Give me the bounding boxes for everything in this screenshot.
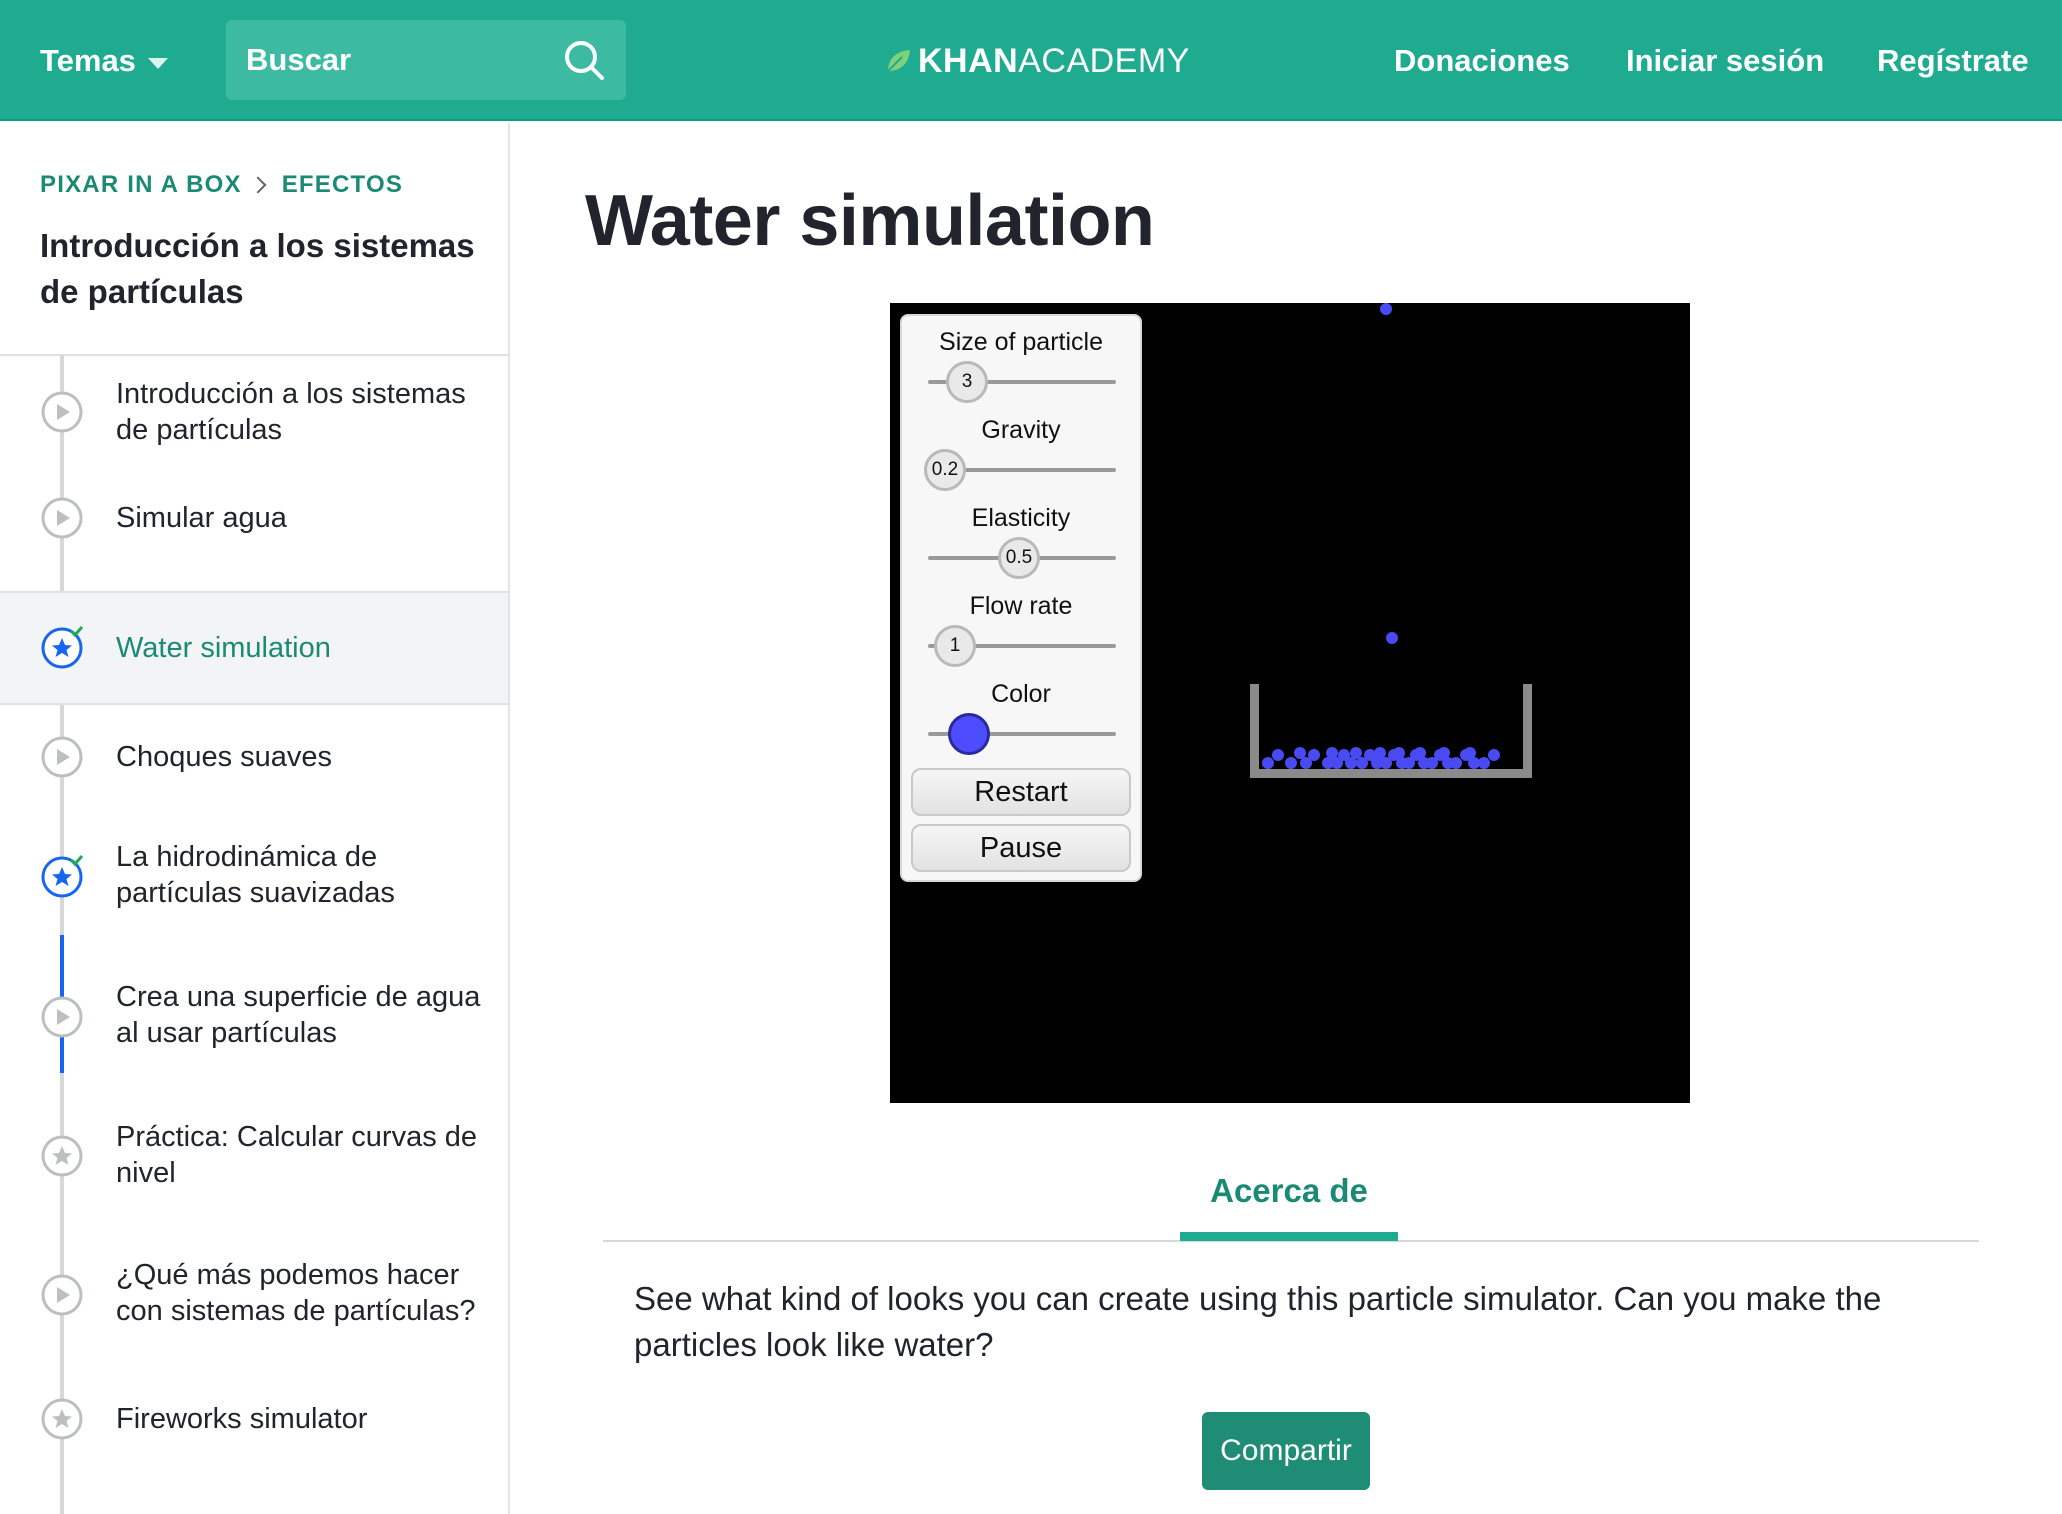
sidebar-item-label: Simular agua (116, 502, 287, 534)
play-icon (41, 996, 83, 1038)
leaf-icon (887, 50, 910, 72)
pool-particle (1414, 747, 1426, 759)
pool-particle (1308, 749, 1320, 761)
topics-label: Temas (40, 43, 136, 78)
sidebar-item-label: Fireworks simulator (116, 1403, 368, 1435)
pool-particle (1374, 747, 1386, 759)
pool-particle (1272, 749, 1284, 761)
sidebar-item-soft-collisions[interactable]: Choques suaves (0, 705, 508, 809)
pool-particle (1350, 747, 1362, 759)
sidebar-item-label: ¿Qué más podemos hacer con sistemas de p… (116, 1259, 476, 1327)
khan-academy-logo[interactable]: KHAN ACADEMY (884, 38, 1190, 84)
top-navigation-bar: Temas Buscar KHAN ACADEMY Donaciones Ini… (0, 0, 2062, 121)
elasticity-slider-label: Elasticity (971, 504, 1071, 532)
search-icon[interactable] (562, 38, 606, 82)
pool-particle (1393, 747, 1405, 759)
size-slider-knob[interactable]: 3 (946, 361, 988, 403)
donate-link[interactable]: Donaciones (1394, 38, 1570, 84)
sidebar-item-intro-particle-systems[interactable]: Introducción a los sistemas de partícula… (0, 356, 508, 468)
pause-button[interactable]: Pause (911, 824, 1131, 872)
flow-rate-slider-label: Flow rate (969, 592, 1073, 620)
sidebar-item-label: Water simulation (116, 632, 331, 664)
sidebar-item-label: Práctica: Calcular curvas de nivel (116, 1121, 478, 1189)
chevron-right-icon (249, 176, 267, 194)
star-check-icon (41, 855, 84, 898)
sidebar-item-label: Choques suaves (116, 741, 333, 773)
sidebar-item-label: Crea una superficie de agua al usar part… (116, 981, 481, 1049)
breadcrumb: PIXAR IN A BOX EFECTOS (40, 171, 403, 199)
pool-particle (1294, 747, 1306, 759)
play-icon (41, 736, 83, 778)
pool-particle (1262, 757, 1274, 769)
page-title: Water simulation (585, 181, 1155, 261)
falling-particle (1386, 632, 1398, 644)
sidebar-item-what-more[interactable]: ¿Qué más podemos hacer con sistemas de p… (0, 1227, 508, 1367)
sidebar-item-practice-contours[interactable]: Práctica: Calcular curvas de nivel (0, 1089, 508, 1227)
falling-particle (1380, 303, 1392, 315)
login-link[interactable]: Iniciar sesión (1626, 38, 1824, 84)
breadcrumb-course-link[interactable]: PIXAR IN A BOX (40, 171, 242, 199)
lesson-title: Introducción a los sistemas de partícula… (40, 227, 475, 310)
size-slider-label: Size of particle (939, 328, 1103, 356)
pool-particle (1464, 747, 1476, 759)
sidebar-item-water-simulation[interactable]: Water simulation (0, 591, 508, 705)
restart-button[interactable]: Restart (911, 768, 1131, 816)
play-icon (41, 1274, 83, 1316)
sidebar-item-label: La hidrodinámica de partículas suavizada… (116, 841, 395, 909)
color-slider-label: Color (991, 680, 1051, 708)
pool-particle (1450, 757, 1462, 769)
pool-particle (1438, 747, 1450, 759)
gravity-slider-knob[interactable]: 0.2 (924, 449, 966, 491)
elasticity-slider-knob[interactable]: 0.5 (998, 537, 1040, 579)
simulation-canvas[interactable]: Size of particle 3 Gravity 0.2 Elasticit… (890, 303, 1690, 1103)
project-description: See what kind of looks you can create us… (634, 1280, 1882, 1363)
breadcrumb-unit-link[interactable]: EFECTOS (282, 171, 403, 199)
tab-active-indicator (1180, 1232, 1398, 1241)
search-label: Buscar (246, 42, 352, 77)
share-button[interactable]: Compartir (1202, 1412, 1370, 1490)
sidebar-item-water-surface[interactable]: Crea una superficie de agua al usar part… (0, 949, 508, 1089)
color-slider-knob[interactable] (948, 713, 990, 755)
sidebar-item-simulate-water[interactable]: Simular agua (0, 468, 508, 568)
lesson-sidebar: PIXAR IN A BOX EFECTOS Introducción a lo… (0, 123, 510, 1514)
logo-text-khan: KHAN (918, 41, 1019, 80)
logo-text-academy: ACADEMY (1018, 41, 1190, 80)
star-icon (41, 1135, 83, 1177)
topics-menu-button[interactable]: Temas (40, 38, 168, 84)
pool-particle (1326, 747, 1338, 759)
play-icon (41, 391, 83, 433)
pool-particle (1488, 749, 1500, 761)
pool-particle (1478, 757, 1490, 769)
star-icon (41, 1398, 83, 1440)
flow-rate-slider-knob[interactable]: 1 (934, 625, 976, 667)
signup-link[interactable]: Regístrate (1877, 38, 2029, 84)
search-bar[interactable]: Buscar (226, 20, 626, 100)
star-check-icon (41, 626, 84, 669)
control-panel: Size of particle 3 Gravity 0.2 Elasticit… (900, 314, 1142, 882)
sidebar-item-sph[interactable]: La hidrodinámica de partículas suavizada… (0, 809, 508, 949)
sidebar-item-label: Introducción a los sistemas de partícula… (116, 378, 466, 446)
sidebar-item-fireworks[interactable]: Fireworks simulator (0, 1367, 508, 1471)
play-icon (41, 497, 83, 539)
chevron-down-icon (147, 57, 168, 69)
gravity-slider-label: Gravity (981, 416, 1061, 444)
pool-particle (1285, 757, 1297, 769)
